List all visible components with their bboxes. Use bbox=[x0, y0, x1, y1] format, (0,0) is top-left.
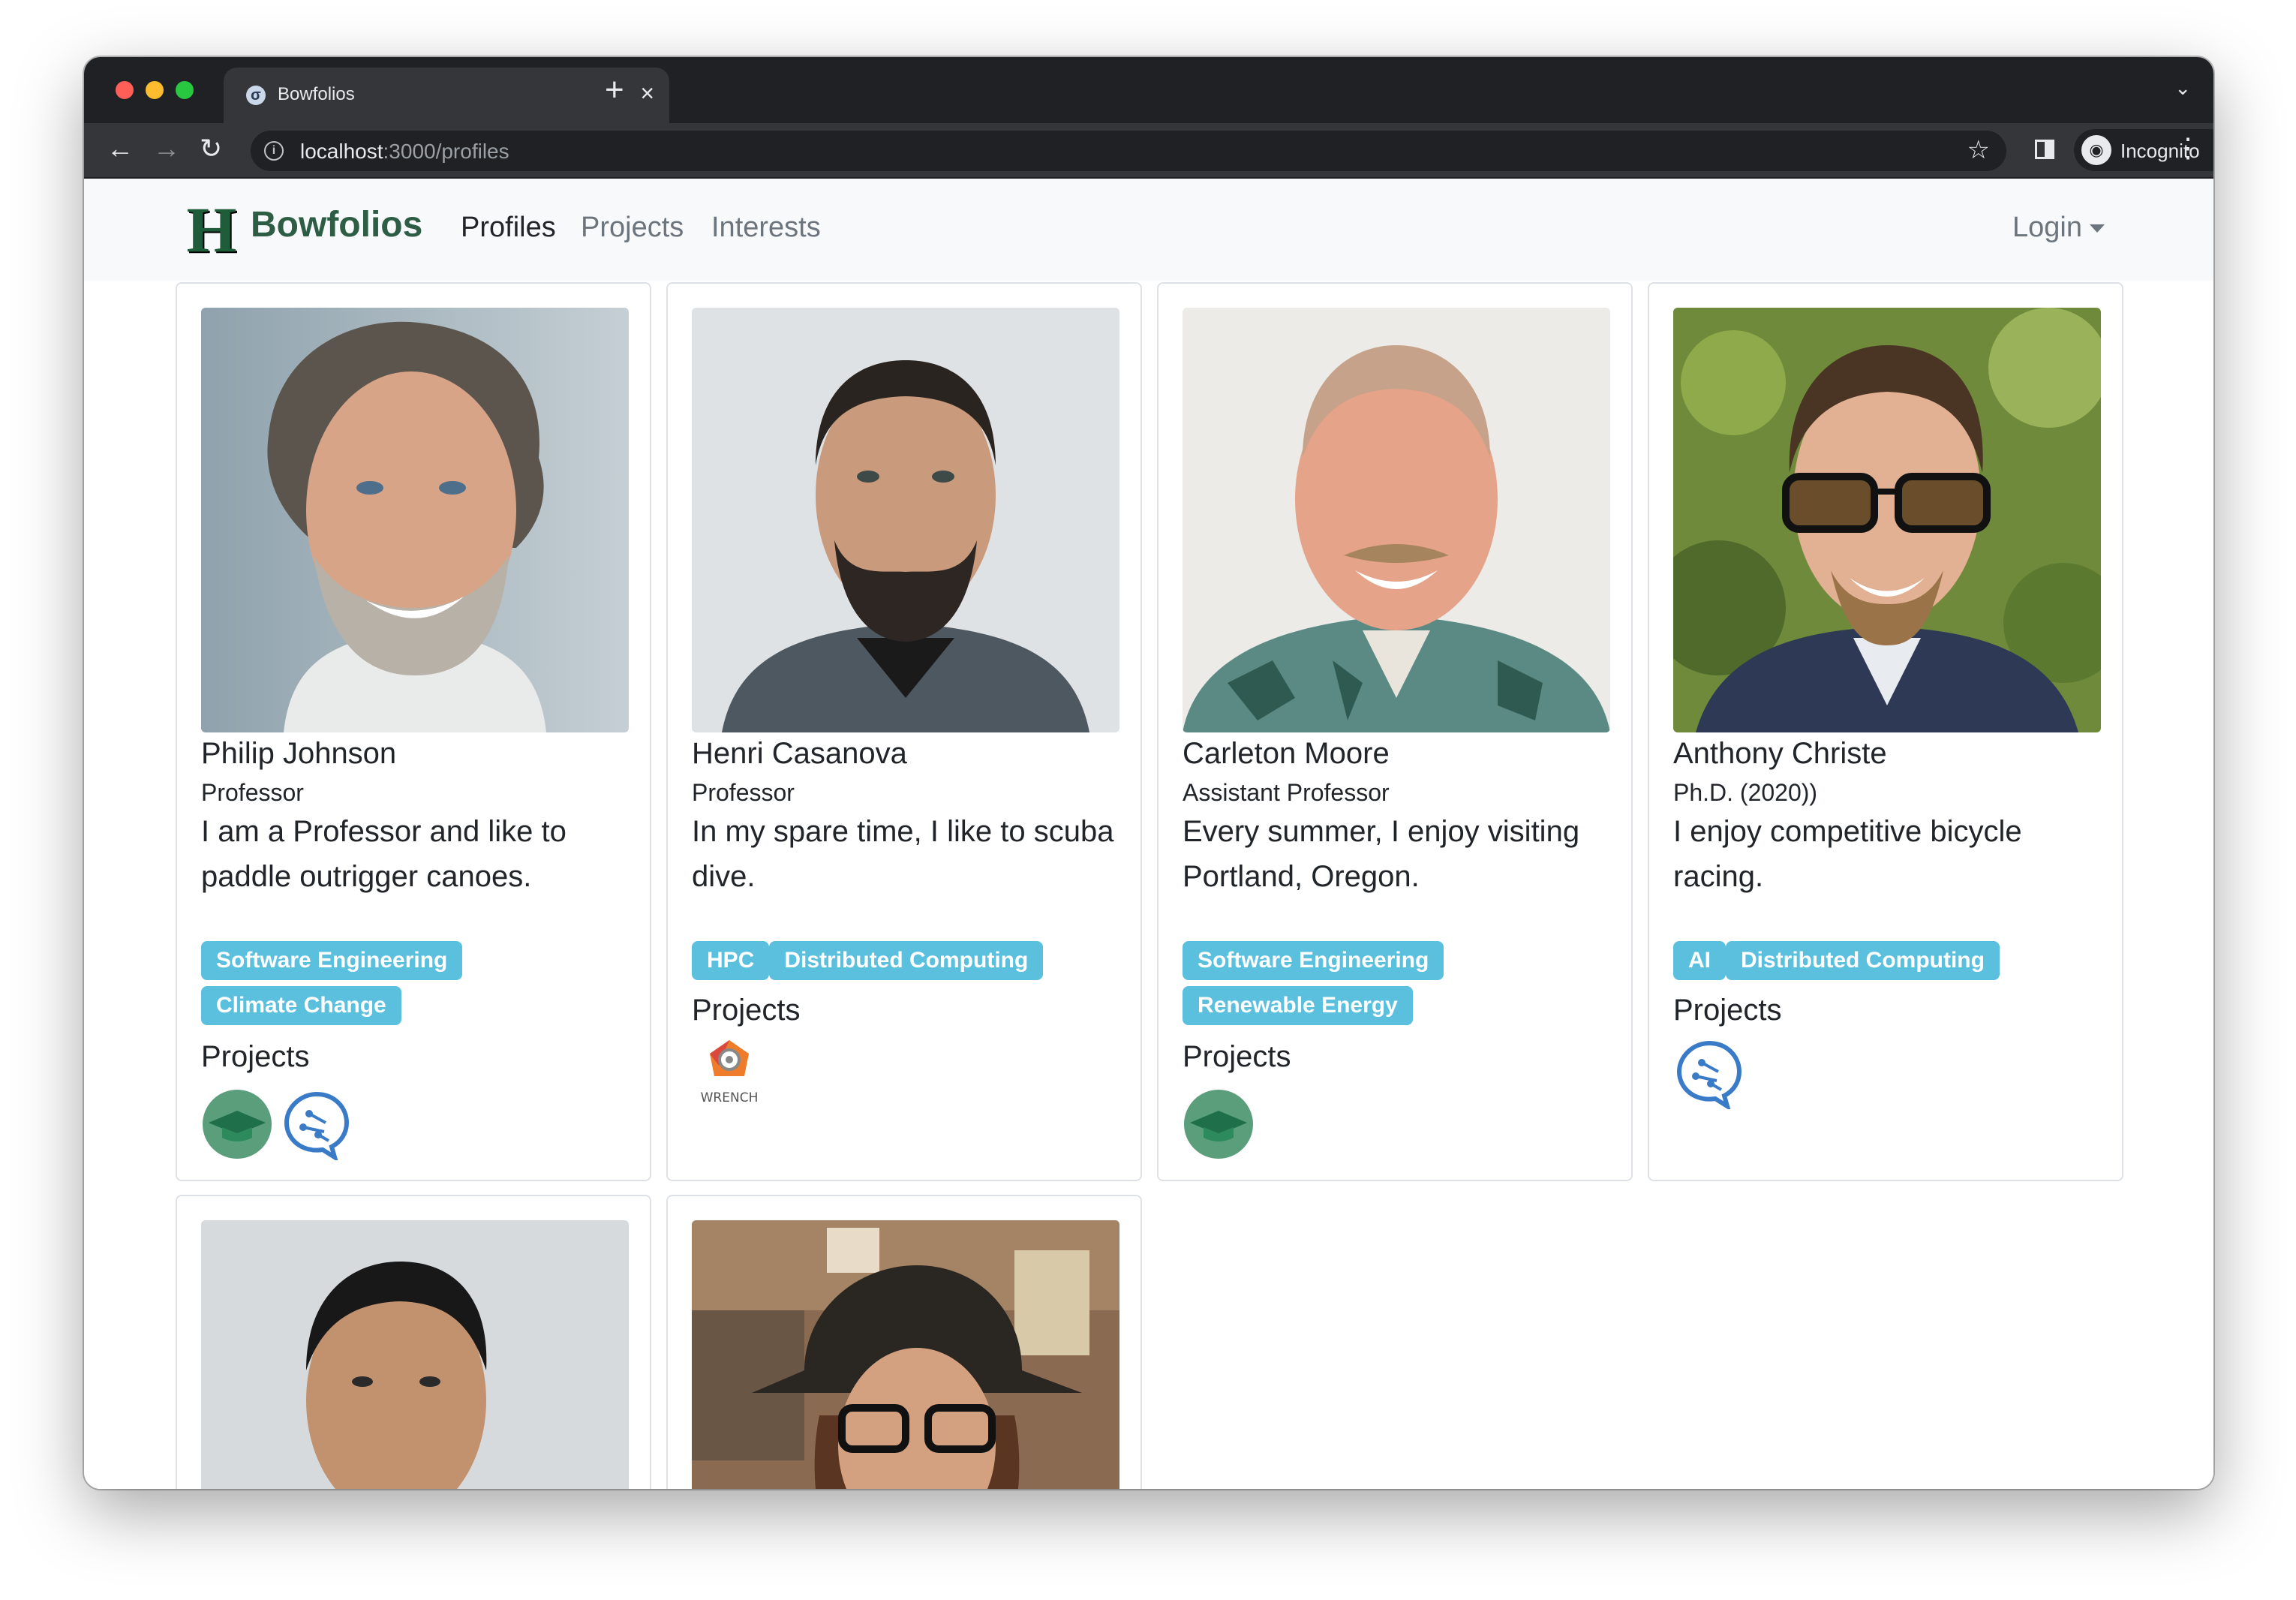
maximize-window-button[interactable] bbox=[176, 81, 194, 99]
profile-photo bbox=[1183, 308, 1610, 732]
brand-link[interactable]: Bowfolios bbox=[251, 204, 422, 245]
projects-heading: Projects bbox=[1673, 994, 1782, 1027]
nav-projects[interactable]: Projects bbox=[581, 212, 684, 244]
login-label: Login bbox=[2012, 212, 2082, 243]
interest-badge[interactable]: Renewable Energy bbox=[1183, 986, 1413, 1025]
project-icons bbox=[201, 1088, 357, 1163]
chat-circuit-icon[interactable] bbox=[281, 1088, 353, 1162]
profile-title: Assistant Professor bbox=[1183, 779, 1390, 806]
profile-photo bbox=[201, 308, 629, 732]
reload-icon[interactable]: ↻ bbox=[200, 134, 222, 164]
url-path: :3000/profiles bbox=[383, 140, 509, 163]
profile-name: Carleton Moore bbox=[1183, 737, 1390, 770]
projects-heading: Projects bbox=[201, 1040, 310, 1073]
profile-photo bbox=[1673, 308, 2101, 732]
caret-down-icon bbox=[2089, 224, 2105, 233]
profile-name: Henri Casanova bbox=[692, 737, 907, 770]
url-text[interactable]: localhost:3000/profiles bbox=[300, 140, 509, 164]
profile-bio: In my spare time, I like to scuba dive. bbox=[692, 815, 1114, 893]
browser-window: σ Bowfolios × + ⌄ ← → ↻ i localhost:3000… bbox=[84, 57, 2213, 1489]
profile-title: Professor bbox=[692, 779, 795, 806]
chat-circuit-icon[interactable] bbox=[1673, 1037, 1745, 1111]
incognito-icon: ◉ bbox=[2081, 135, 2111, 165]
profile-name: Anthony Christe bbox=[1673, 737, 1887, 770]
graduation-cap-icon[interactable] bbox=[201, 1088, 273, 1160]
close-icon[interactable]: × bbox=[640, 80, 654, 107]
profile-card bbox=[666, 1195, 1142, 1489]
profile-photo bbox=[692, 1220, 1119, 1489]
hawaii-h-logo-icon[interactable]: H bbox=[177, 197, 246, 262]
info-icon[interactable]: i bbox=[264, 141, 284, 161]
interest-badges: HPC Distributed Computing bbox=[692, 941, 1127, 986]
site-navbar: H Bowfolios Profiles Projects Interests … bbox=[84, 179, 2213, 281]
back-arrow-icon[interactable]: ← bbox=[107, 134, 134, 164]
interest-badges: Software Engineering Renewable Energy bbox=[1183, 941, 1618, 1031]
profile-card bbox=[176, 1195, 651, 1489]
side-panel-icon[interactable] bbox=[2035, 140, 2054, 159]
wrench-caption: WRENCH bbox=[701, 1090, 759, 1105]
profile-bio: I am a Professor and like to paddle outr… bbox=[201, 815, 566, 893]
new-tab-button[interactable]: + bbox=[605, 71, 624, 110]
interest-badge[interactable]: AI bbox=[1673, 941, 1726, 980]
projects-heading: Projects bbox=[692, 994, 801, 1027]
interest-badge[interactable]: Software Engineering bbox=[201, 941, 463, 980]
interest-badge[interactable]: HPC bbox=[692, 941, 770, 980]
graduation-cap-icon[interactable] bbox=[1183, 1088, 1255, 1160]
interest-badge[interactable]: Software Engineering bbox=[1183, 941, 1444, 980]
nav-profiles[interactable]: Profiles bbox=[461, 212, 556, 244]
url-host: localhost bbox=[300, 140, 383, 163]
project-icons: WRENCH bbox=[692, 1037, 771, 1112]
profile-name: Philip Johnson bbox=[201, 737, 397, 770]
address-bar[interactable]: i localhost:3000/profiles ☆ bbox=[251, 131, 2006, 171]
profile-card: Philip Johnson Professor I am a Professo… bbox=[176, 282, 651, 1181]
chevron-down-icon[interactable]: ⌄ bbox=[2174, 77, 2191, 100]
projects-heading: Projects bbox=[1183, 1040, 1291, 1073]
profile-card: Carleton Moore Assistant Professor Every… bbox=[1157, 282, 1633, 1181]
forward-arrow-icon[interactable]: → bbox=[153, 134, 180, 164]
browser-tab[interactable]: σ Bowfolios × bbox=[224, 68, 669, 123]
profile-title: Professor bbox=[201, 779, 304, 806]
profile-bio: Every summer, I enjoy visiting Portland,… bbox=[1183, 815, 1580, 893]
page-content: H Bowfolios Profiles Projects Interests … bbox=[84, 179, 2213, 1489]
profile-title: Ph.D. (2020)) bbox=[1673, 779, 1818, 806]
close-window-button[interactable] bbox=[116, 81, 134, 99]
interest-badge[interactable]: Distributed Computing bbox=[1726, 941, 2000, 980]
profile-card: Anthony Christe Ph.D. (2020)) I enjoy co… bbox=[1648, 282, 2123, 1181]
favicon-icon: σ bbox=[246, 86, 266, 105]
interest-badge[interactable]: Distributed Computing bbox=[769, 941, 1044, 980]
project-icons bbox=[1183, 1088, 1259, 1163]
interest-badges: Software Engineering Climate Change bbox=[201, 941, 636, 1031]
browser-toolbar: ← → ↻ i localhost:3000/profiles ☆ ◉ Inco… bbox=[84, 123, 2213, 179]
profile-photo bbox=[692, 308, 1119, 732]
minimize-window-button[interactable] bbox=[146, 81, 164, 99]
tab-bar: σ Bowfolios × + ⌄ bbox=[84, 57, 2213, 123]
login-dropdown[interactable]: Login bbox=[2012, 212, 2105, 244]
interest-badges: AI Distributed Computing bbox=[1673, 941, 2108, 986]
wrench-project-icon[interactable]: WRENCH bbox=[692, 1037, 767, 1109]
tab-title: Bowfolios bbox=[278, 84, 355, 104]
bookmark-star-icon[interactable]: ☆ bbox=[1967, 135, 1990, 165]
interest-badge[interactable]: Climate Change bbox=[201, 986, 401, 1025]
profile-card: Henri Casanova Professor In my spare tim… bbox=[666, 282, 1142, 1181]
more-menu-icon[interactable]: ⋮ bbox=[2174, 132, 2201, 164]
project-icons bbox=[1673, 1037, 1750, 1112]
profile-photo bbox=[201, 1220, 629, 1489]
nav-interests[interactable]: Interests bbox=[711, 212, 821, 244]
profile-bio: I enjoy competitive bicycle racing. bbox=[1673, 815, 2022, 893]
